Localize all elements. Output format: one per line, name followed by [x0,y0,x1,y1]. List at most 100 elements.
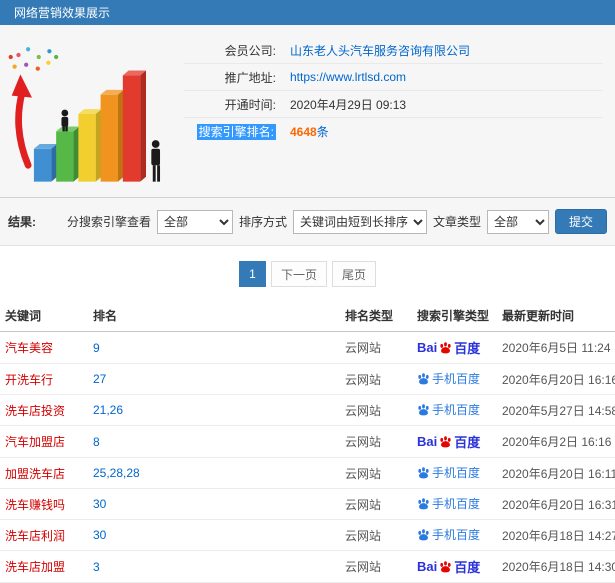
keyword-cell: 开洗车行 [0,363,88,395]
rank-link[interactable]: 27 [93,372,106,386]
keyword-cell: 汽车加盟店 [0,425,88,458]
rank-type-cell: 云网站 [340,488,412,520]
col-engine-type: 搜索引擎类型 [412,300,497,332]
bar-chart-illustration [0,31,178,189]
rank-count-label: 搜索引擎排名: [196,124,276,140]
rank-type-cell: 云网站 [340,394,412,426]
col-update-time: 最新更新时间 [497,300,615,332]
table-row: 洗车店利润 30 云网站 手机百度 2020年6月18日 14:27 [0,519,615,551]
baidu-paw-icon [439,341,452,354]
engine-cell: 手机百度 [412,363,497,395]
engine-cell: Bai 百度 [412,425,497,458]
pagination: 1 下一页 尾页 [0,246,615,300]
rank-link[interactable]: 9 [93,341,100,355]
mobile-baidu-logo: 手机百度 [417,401,480,418]
engine-cell: 手机百度 [412,394,497,426]
page-title: 网络营销效果展示 [14,6,111,20]
filter-bar: 结果: 分搜索引擎查看 全部 排序方式 关键词由短到长排序 文章类型 全部 提交 [0,197,615,246]
promo-url-link[interactable]: https://www.lrtlsd.com [290,70,406,84]
update-time-cell: 2020年6月20日 16:31 [497,488,615,520]
table-row: 开洗车行 27 云网站 手机百度 2020年6月20日 16:16 [0,363,615,395]
baidu-logo: Bai 百度 [417,340,481,356]
mobile-baidu-logo: 手机百度 [417,370,480,387]
bar-chart-clipart [8,47,161,182]
col-rank: 排名 [88,300,340,332]
info-row-company: 会员公司: 山东老人头汽车服务咨询有限公司 [184,37,603,64]
info-row-rank-count: 搜索引擎排名: 4648条 [184,118,603,145]
rank-type-cell: 云网站 [340,363,412,395]
update-time-cell: 2020年6月20日 16:11 [497,457,615,489]
update-time-cell: 2020年6月2日 16:16 [497,425,615,458]
info-panel: 会员公司: 山东老人头汽车服务咨询有限公司 推广地址: https://www.… [0,25,615,197]
submit-button[interactable]: 提交 [554,209,607,234]
col-keyword: 关键词 [0,300,88,332]
company-label: 会员公司: [224,43,276,58]
company-link[interactable]: 山东老人头汽车服务咨询有限公司 [290,42,470,59]
update-time-cell: 2020年6月18日 14:30 [497,550,615,583]
keyword-cell: 洗车店利润 [0,519,88,551]
col-rank-type: 排名类型 [340,300,412,332]
keyword-cell: 加盟洗车店 [0,457,88,489]
engine-select[interactable]: 全部 [156,209,233,234]
rank-link[interactable]: 30 [93,497,106,511]
baidu-paw-icon [439,560,452,573]
baidu-logo: Bai 百度 [417,434,481,450]
mobile-baidu-logo: 手机百度 [417,526,480,543]
engine-filter-label: 分搜索引擎查看 [66,215,151,229]
table-row: 加盟洗车店 25,28,28 云网站 手机百度 2020年6月20日 16:11 [0,457,615,489]
table-row: 洗车赚钱吗 30 云网站 手机百度 2020年6月20日 16:31 [0,488,615,520]
rank-type-cell: 云网站 [340,519,412,551]
keyword-cell: 洗车店加盟 [0,550,88,583]
type-filter-label: 文章类型 [432,215,481,229]
engine-cell: 手机百度 [412,488,497,520]
table-row: 汽车加盟店 8 云网站 Bai 百度 2020年6月2日 16:16 [0,425,615,458]
sort-filter-label: 排序方式 [238,215,287,229]
baidu-logo: Bai 百度 [417,559,481,575]
keyword-cell: 洗车赚钱吗 [0,488,88,520]
rank-link[interactable]: 3 [93,560,100,574]
result-label: 结果: [8,215,36,229]
info-fields: 会员公司: 山东老人头汽车服务咨询有限公司 推广地址: https://www.… [178,31,615,189]
filter-controls: 分搜索引擎查看 全部 排序方式 关键词由短到长排序 文章类型 全部 提交 [67,209,607,234]
update-time-cell: 2020年6月20日 16:16 [497,363,615,395]
promo-url-label: 推广地址: [224,70,276,85]
rank-count-value: 4648条 [290,125,329,139]
page-1-button[interactable]: 1 [238,261,266,287]
keyword-cell: 汽车美容 [0,331,88,364]
mobile-baidu-logo: 手机百度 [417,464,480,481]
open-time-label: 开通时间: [224,97,276,112]
keyword-cell: 洗车店投资 [0,394,88,426]
rank-type-cell: 云网站 [340,425,412,458]
rank-type-cell: 云网站 [340,550,412,583]
sort-select[interactable]: 关键词由短到长排序 [292,209,427,234]
rank-link[interactable]: 30 [93,528,106,542]
article-type-select[interactable]: 全部 [486,209,549,234]
table-row: 洗车店投资 21,26 云网站 手机百度 2020年5月27日 14:58 [0,394,615,426]
update-time-cell: 2020年6月5日 11:24 [497,331,615,364]
table-row: 洗车店加盟 3 云网站 Bai 百度 2020年6月18日 14:30 [0,550,615,583]
results-table: 关键词 排名 排名类型 搜索引擎类型 最新更新时间 汽车美容 9 云网站 Bai… [0,300,615,583]
rank-link[interactable]: 21,26 [93,403,123,417]
engine-cell: Bai 百度 [412,550,497,583]
mobile-baidu-paw-icon [417,497,430,510]
table-header-row: 关键词 排名 排名类型 搜索引擎类型 最新更新时间 [0,300,615,332]
last-page-button[interactable]: 尾页 [332,261,377,287]
table-row: 汽车美容 9 云网站 Bai 百度 2020年6月5日 11:24 [0,331,615,364]
engine-cell: Bai 百度 [412,331,497,364]
info-row-open-time: 开通时间: 2020年4月29日 09:13 [184,91,603,118]
rank-link[interactable]: 25,28,28 [93,466,140,480]
mobile-baidu-paw-icon [417,372,430,385]
engine-cell: 手机百度 [412,457,497,489]
next-page-button[interactable]: 下一页 [270,261,327,287]
rank-type-cell: 云网站 [340,457,412,489]
mobile-baidu-logo: 手机百度 [417,495,480,512]
rank-link[interactable]: 8 [93,435,100,449]
mobile-baidu-paw-icon [417,528,430,541]
update-time-cell: 2020年5月27日 14:58 [497,394,615,426]
app-header: 网络营销效果展示 [0,0,615,25]
engine-cell: 手机百度 [412,519,497,551]
open-time-value: 2020年4月29日 09:13 [290,97,407,112]
update-time-cell: 2020年6月18日 14:27 [497,519,615,551]
rank-type-cell: 云网站 [340,331,412,364]
mobile-baidu-paw-icon [417,466,430,479]
